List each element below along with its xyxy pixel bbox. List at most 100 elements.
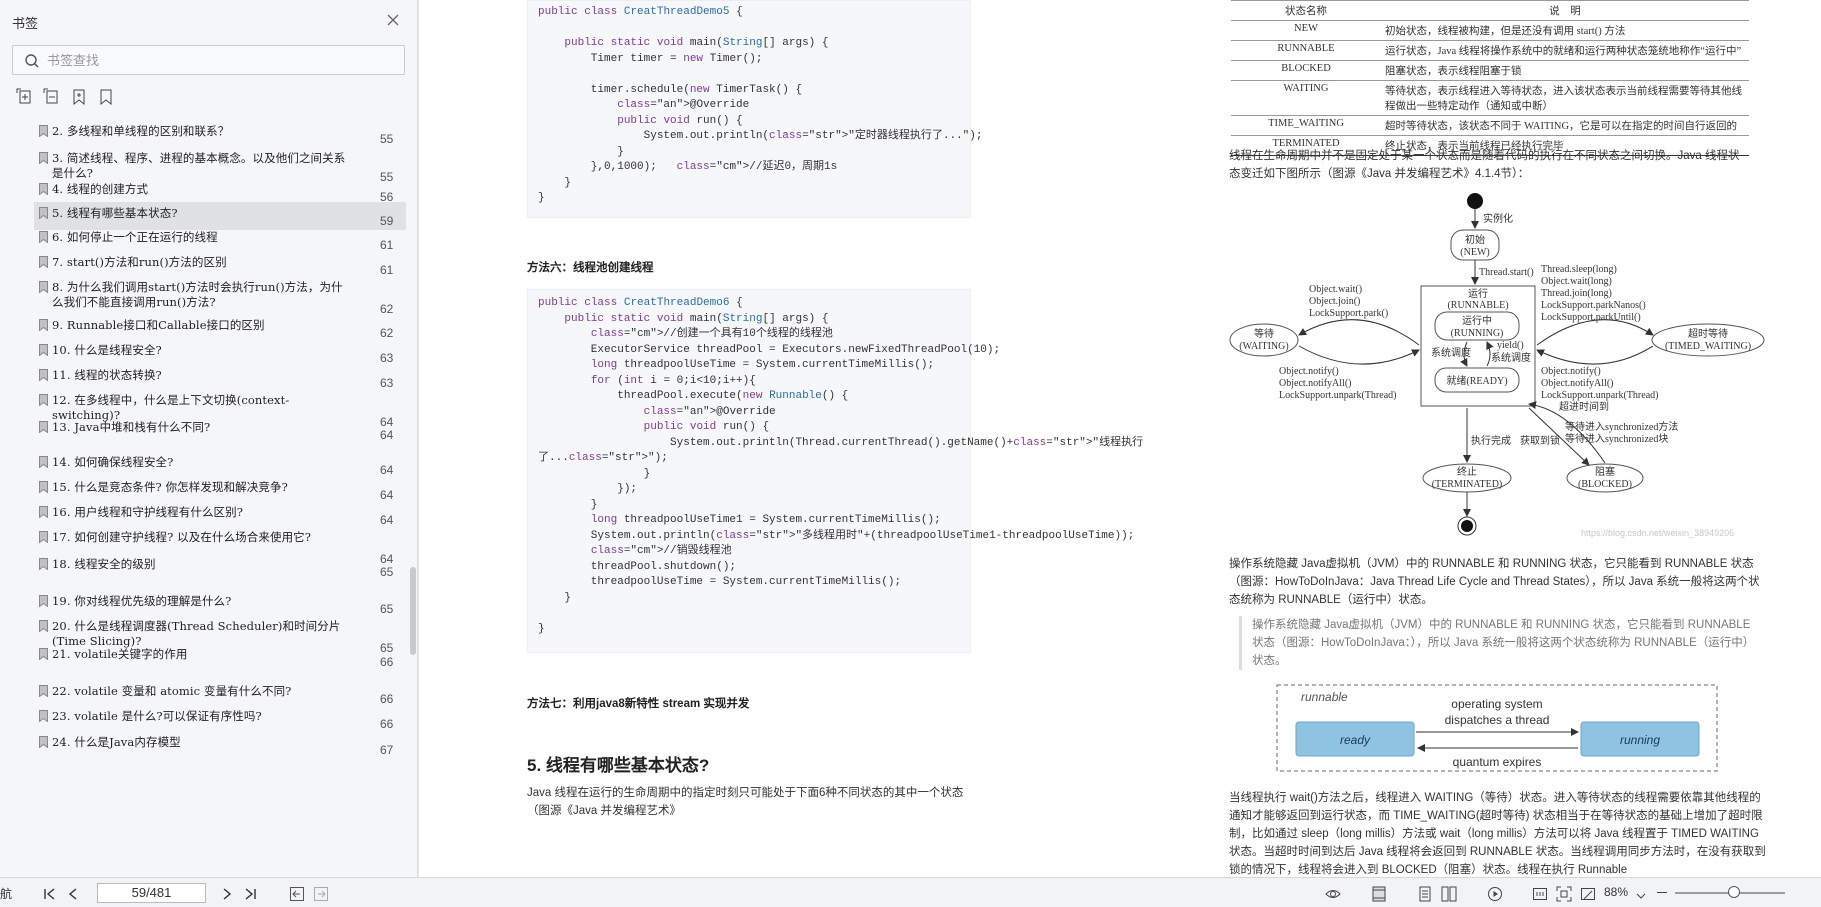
code-line: class="an">@Override (643, 405, 776, 418)
thread-states-table: 状态名称 说 明 NEW 初始状态，线程被构建，但是还没有调用 start() 方… (1231, 0, 1749, 156)
bookmark-icon (39, 456, 48, 468)
bookmark-page: 55 (380, 132, 394, 146)
collapse-all-icon[interactable] (43, 88, 61, 106)
bookmark-page: 66 (380, 717, 394, 731)
blockquote-os-runnable: 操作系统隐藏 Java虚拟机（JVM）中的 RUNNABLE 和 RUNNING… (1239, 616, 1751, 670)
bookmark-item[interactable]: 22. volatile 变量和 atomic 变量有什么不同? 66 (34, 680, 406, 708)
nav-label: 航 (0, 887, 13, 901)
bookmark-label: 7. start()方法和run()方法的区别 (52, 255, 227, 269)
full-page-icon[interactable] (1371, 886, 1387, 902)
label-from-timed-2: LockSupport.unpark(Thread) (1541, 390, 1658, 401)
zoom-out-button[interactable] (1657, 892, 1667, 894)
next-page-icon[interactable] (219, 886, 235, 902)
bookmark-label: 22. volatile 变量和 atomic 变量有什么不同? (52, 684, 292, 698)
bookmark-label: 16. 用户线程和守护线程有什么区别? (52, 505, 244, 519)
node-waiting-label-en: (WAITING) (1239, 341, 1288, 352)
bookmark-search-input[interactable] (47, 51, 387, 69)
label-from-timed-0: Object.notify() (1541, 366, 1601, 377)
bookmark-item[interactable]: 18. 线程安全的级别 65 (34, 553, 406, 581)
bookmark-item[interactable]: 8. 为什么我们调用start()方法时会执行run()方法，为什么我们不能直接… (34, 276, 406, 318)
last-page-icon[interactable] (242, 886, 258, 902)
bookmark-icon (39, 281, 48, 293)
bookmark-icon (39, 183, 48, 195)
fit-width-icon[interactable] (1580, 886, 1596, 902)
back-icon[interactable] (289, 886, 305, 902)
page-number-input[interactable]: 59/481 (97, 883, 206, 903)
close-icon[interactable] (385, 12, 401, 28)
bookmark-item[interactable]: 10. 什么是线程安全? 63 (34, 339, 406, 367)
code-line: } (538, 176, 572, 189)
bookmark-item[interactable]: 16. 用户线程和守护线程有什么区别? 64 (34, 501, 406, 529)
bookmark-item[interactable]: 13. Java中堆和栈有什么不同? 64 (34, 416, 406, 444)
bookmark-label: 9. Runnable接口和Callable接口的区别 (52, 318, 265, 332)
bookmark-label: 4. 线程的创建方式 (52, 182, 149, 196)
bookmark-icon (39, 531, 48, 543)
bookmark-icon (39, 685, 48, 697)
code-line: class="an">@Override (617, 99, 750, 111)
fit-page-icon[interactable] (1556, 886, 1572, 902)
bookmark-label: 14. 如何确保线程安全? (52, 455, 174, 469)
bookmark-icon (39, 319, 48, 331)
label-yield: yield() (1497, 340, 1524, 351)
zoom-level[interactable]: 88% (1604, 885, 1628, 899)
code-line: public class CreatThreadDemo6 { (538, 297, 743, 309)
label-done: 执行完成 (1471, 434, 1511, 447)
bookmark-icon (39, 595, 48, 607)
bookmark-item[interactable]: 11. 线程的状态转换? 63 (34, 364, 406, 392)
label-from-wait-2: LockSupport.unpark(Thread) (1279, 390, 1396, 401)
status-bar: 航 59/481 88% (0, 877, 1821, 907)
start-node (1467, 193, 1483, 209)
code-line: } (538, 467, 651, 480)
bookmark-item[interactable]: 23. volatile 是什么?可以保证有序性吗? 66 (34, 705, 406, 733)
state-desc-cell: 超时等待状态，该状态不同于 WAITING，它是可以在指定的时间自行返回的 (1381, 115, 1749, 136)
code-line: threadPool.shutdown(); (538, 560, 737, 573)
label-to-timed-4: LockSupport.parkUntil() (1541, 312, 1641, 323)
code-line: ExecutorService threadPool = Executors.n… (538, 343, 1001, 356)
bookmark-label: 21. volatile关键字的作用 (52, 647, 188, 661)
watermark: https://blog.csdn.net/weixin_38949206 (1581, 528, 1734, 538)
section-paragraph: Java 线程在运行的生命周期中的指定时刻只可能处于下面6种不同状态的其中一个状… (527, 787, 964, 817)
actual-size-icon[interactable] (1532, 886, 1548, 902)
state-desc-cell: 等待状态，表示线程进入等待状态，进入该状态表示当前线程需要等待其他线程做出一些特… (1381, 80, 1749, 116)
code-line: for (int i = 0;i<10;i++){ (590, 374, 756, 387)
node-waiting-label: 等待 (1254, 327, 1274, 340)
sidebar-scrollbar[interactable] (410, 567, 416, 655)
bookmark-item[interactable]: 21. volatile关键字的作用 66 (34, 643, 406, 671)
node-timed-waiting-label: 超时等待 (1688, 327, 1728, 340)
bookmark-label: 2. 多线程和单线程的区别和联系？ (52, 124, 230, 138)
eye-icon[interactable] (1325, 886, 1341, 902)
forward-icon[interactable] (313, 886, 329, 902)
bookmark-item[interactable]: 19. 你对线程优先级的理解是什么? 65 (34, 590, 406, 618)
code-line: long threadpoolUseTime = System.currentT… (590, 359, 935, 371)
first-page-icon[interactable] (42, 886, 58, 902)
two-page-icon[interactable] (1441, 886, 1457, 902)
label-sync-wait-0: 等待进入synchronized方法 (1565, 420, 1678, 433)
bookmark-icon (39, 648, 48, 660)
zoom-slider-thumb[interactable] (1728, 886, 1740, 898)
single-page-icon[interactable] (1417, 886, 1433, 902)
bookmark-item[interactable]: 7. start()方法和run()方法的区别 61 (34, 251, 406, 279)
bookmark-label: 6. 如何停止一个正在运行的线程 (52, 230, 218, 244)
bookmark-item[interactable]: 2. 多线程和单线程的区别和联系？ 55 (34, 124, 406, 148)
bookmark-icon (39, 394, 48, 406)
label-instantiate: 实例化 (1483, 212, 1513, 225)
bookmark-item[interactable]: 6. 如何停止一个正在运行的线程 61 (34, 226, 406, 254)
bookmark-icon[interactable] (97, 88, 115, 106)
play-icon[interactable] (1487, 886, 1503, 902)
bookmark-search-box[interactable] (12, 45, 405, 75)
bookmark-item[interactable]: 15. 什么是竞态条件? 你怎样发现和解决竞争? 64 (34, 476, 406, 504)
bookmark-item[interactable]: 9. Runnable接口和Callable接口的区别 62 (34, 314, 406, 342)
expand-all-icon[interactable] (16, 88, 34, 106)
bookmark-item[interactable]: 24. 什么是Java内存模型 67 (34, 731, 406, 759)
zoom-dropdown-icon[interactable] (1633, 888, 1649, 904)
code-line: System.out.println(Thread.currentThread(… (538, 436, 1144, 449)
bookmark-label: 5. 线程有哪些基本状态? (52, 206, 178, 220)
bookmark-item[interactable]: 14. 如何确保线程安全? 64 (34, 451, 406, 479)
bookmark-icon (39, 344, 48, 356)
table-row: RUNNABLE 运行状态，Java 线程将操作系统中的就绪和运行两种状态笼统地称… (1231, 40, 1749, 61)
label-to-timed-3: LockSupport.parkNanos() (1541, 300, 1646, 311)
prev-page-icon[interactable] (65, 886, 81, 902)
code-line: } (538, 622, 545, 635)
add-bookmark-icon[interactable] (70, 88, 88, 106)
state-name-cell: WAITING (1231, 80, 1381, 116)
